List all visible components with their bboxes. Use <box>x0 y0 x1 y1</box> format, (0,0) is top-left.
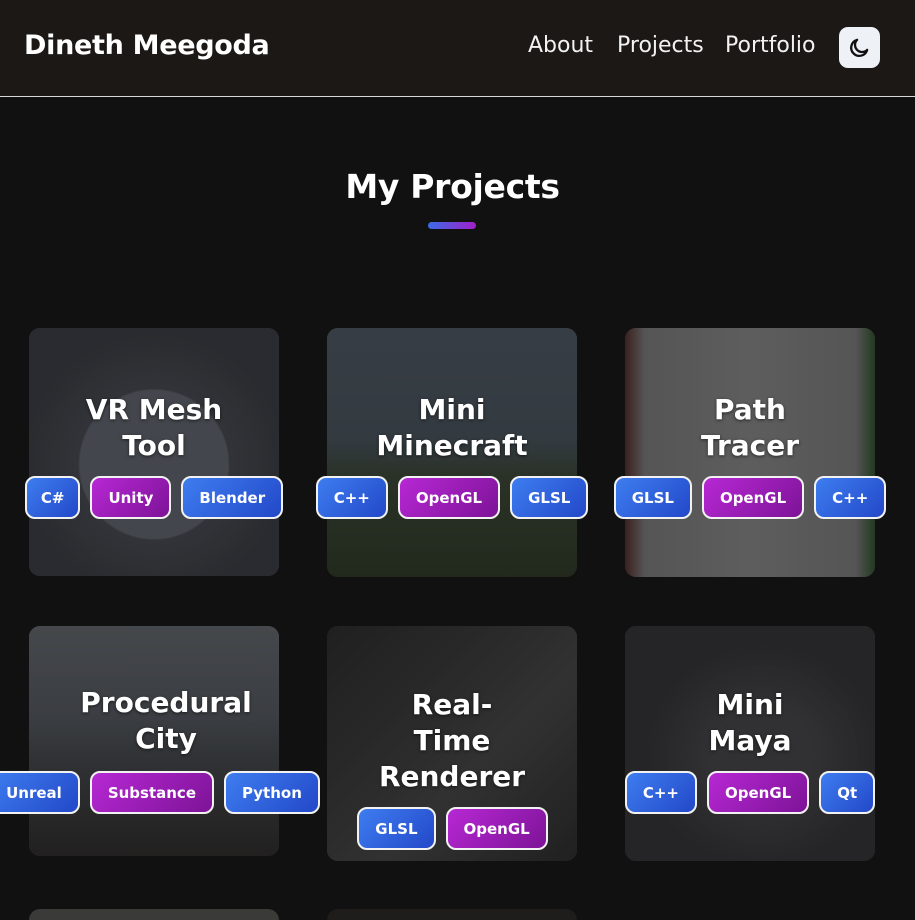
tag-badge: GLSL <box>357 807 436 850</box>
project-title: Procedural City <box>80 686 252 755</box>
tag-badge: OpenGL <box>445 807 548 850</box>
tag-badge: Unreal <box>0 771 80 814</box>
theme-toggle-button[interactable] <box>839 27 880 68</box>
project-title: VR Mesh Tool <box>85 393 223 462</box>
project-title: Path Tracer <box>700 393 800 462</box>
project-card-mini-minecraft[interactable]: Mini Minecraft <box>327 328 577 577</box>
nav-projects[interactable]: Projects <box>617 33 704 58</box>
tag-list: GLSL OpenGL <box>357 807 548 850</box>
project-title: Mini Maya <box>708 688 792 757</box>
site-header: Dineth Meegoda About Projects Portfolio <box>0 0 915 97</box>
project-card-partial[interactable] <box>327 909 577 920</box>
tag-badge: C# <box>24 476 81 519</box>
project-title: Real- Time Renderer <box>378 688 526 793</box>
tag-list: C++ OpenGL GLSL <box>315 476 589 519</box>
section-title: My Projects <box>345 167 560 206</box>
project-card-procedural-city[interactable]: Procedural City <box>29 626 279 856</box>
moon-icon <box>850 38 869 57</box>
title-underline <box>428 222 476 229</box>
tag-list: C++ OpenGL Qt <box>624 771 876 814</box>
project-card-vr-mesh-tool[interactable]: VR Mesh Tool <box>29 328 279 576</box>
tag-badge: OpenGL <box>707 771 810 814</box>
tag-badge: GLSL <box>613 476 692 519</box>
project-card-partial[interactable] <box>29 909 279 920</box>
tag-list: Unreal Substance Python <box>0 771 320 814</box>
tag-list: C# Unity Blender <box>24 476 284 519</box>
tag-badge: Unity <box>90 476 172 519</box>
tag-badge: Substance <box>89 771 214 814</box>
tag-badge: GLSL <box>510 476 589 519</box>
tag-badge: Blender <box>181 476 284 519</box>
tag-badge: C++ <box>814 476 887 519</box>
site-brand[interactable]: Dineth Meegoda <box>24 30 270 61</box>
nav-portfolio[interactable]: Portfolio <box>725 33 816 58</box>
tag-badge: OpenGL <box>701 476 805 519</box>
tag-badge: Python <box>224 771 320 814</box>
tag-badge: OpenGL <box>397 476 501 519</box>
tag-badge: Qt <box>819 771 876 814</box>
project-title: Mini Minecraft <box>376 393 528 462</box>
tag-badge: C++ <box>315 476 388 519</box>
tag-badge: C++ <box>624 771 698 814</box>
project-card-mini-maya[interactable]: Mini Maya <box>625 626 875 861</box>
tag-list: GLSL OpenGL C++ <box>613 476 887 519</box>
project-card-path-tracer[interactable]: Path Tracer <box>625 328 875 577</box>
nav-about[interactable]: About <box>528 33 593 58</box>
